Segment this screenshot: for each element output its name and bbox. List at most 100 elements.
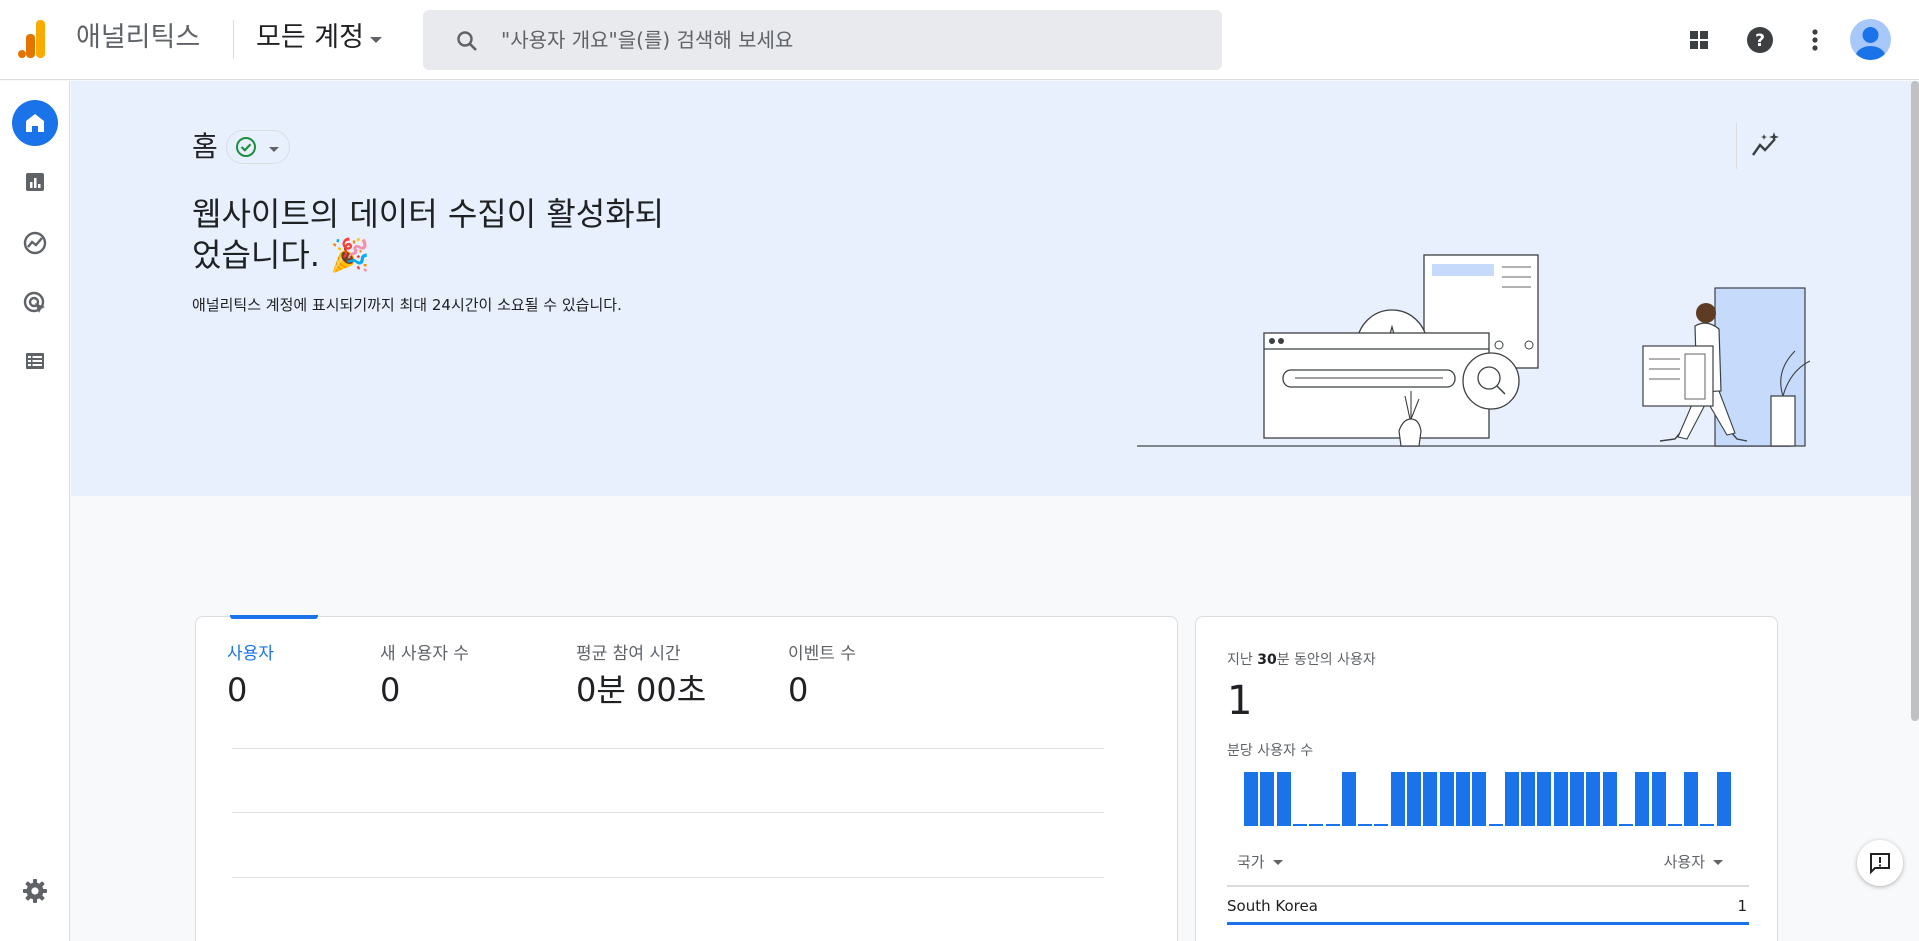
per-minute-bar — [1635, 772, 1650, 826]
per-minute-bar — [1390, 772, 1405, 826]
gear-icon — [23, 879, 47, 903]
per-minute-bar — [1260, 772, 1275, 826]
realtime-card: 지난 30분 동안의 사용자 1 분당 사용자 수 국가 사용자 South K… — [1195, 616, 1778, 941]
search-input[interactable]: "사용자 개요"을(를) 검색해 보세요 — [501, 27, 793, 53]
chart-gridline — [232, 812, 1104, 813]
per-minute-bar — [1504, 772, 1519, 826]
advertising-icon — [23, 291, 45, 313]
more-vert-icon[interactable] — [1797, 22, 1833, 58]
metric-label: 이벤트 수 — [788, 644, 856, 664]
metric-value: 0 — [788, 671, 809, 709]
users-column-label: 사용자 — [1663, 853, 1705, 871]
chart-gridline — [232, 748, 1104, 749]
per-minute-bar — [1358, 824, 1373, 826]
page-header: 홈 — [192, 130, 290, 164]
realtime-label: 지난 30분 동안의 사용자 — [1227, 649, 1376, 669]
chevron-down-icon — [369, 37, 382, 43]
metric-label: 평균 참여 시간 — [576, 644, 681, 664]
data-status-chip[interactable] — [225, 130, 290, 164]
metric-avg-engagement[interactable]: 평균 참여 시간 0분 00초 — [576, 643, 706, 711]
per-minute-bar — [1618, 824, 1633, 826]
per-minute-bar — [1570, 772, 1584, 826]
page-scrollbar[interactable] — [1911, 81, 1919, 721]
realtime-label-suffix: 분 동안의 사용자 — [1276, 652, 1376, 668]
per-minute-bar — [1667, 824, 1682, 826]
country-cell: South Korea — [1227, 897, 1318, 915]
nav-configure[interactable] — [12, 338, 58, 384]
metric-label: 새 사용자 수 — [380, 644, 470, 664]
selected-tab-indicator — [230, 615, 318, 619]
metric-value: 0 — [227, 671, 248, 709]
per-minute-bar — [1374, 824, 1389, 826]
hero-headline-line2: 었습니다. — [192, 236, 320, 274]
account-selector[interactable]: 모든 계정 — [256, 20, 382, 56]
per-minute-label: 분당 사용자 수 — [1227, 743, 1314, 759]
metric-value: 0분 00초 — [576, 671, 707, 709]
realtime-table-header: 국가 사용자 — [1227, 849, 1749, 879]
hero-headline: 웹사이트의 데이터 수집이 활성화되 었습니다. 🎉 — [192, 194, 712, 276]
per-minute-bar — [1407, 772, 1421, 826]
help-icon[interactable]: ? — [1742, 22, 1778, 58]
per-minute-bar — [1244, 772, 1258, 826]
left-nav-rail — [0, 81, 70, 941]
nav-home[interactable] — [12, 100, 58, 146]
row-proportion-bar — [1227, 922, 1749, 925]
realtime-value: 1 — [1227, 678, 1253, 724]
top-bar: 애널리틱스 모든 계정 "사용자 개요"을(를) 검색해 보세요 ? — [0, 0, 1919, 80]
analytics-logo-icon[interactable] — [18, 20, 54, 58]
feedback-button[interactable] — [1857, 840, 1903, 886]
divider — [1736, 123, 1737, 169]
overview-card: 사용자 0 새 사용자 수 0 평균 참여 시간 0분 00초 이벤트 수 0 — [195, 615, 1178, 941]
svg-text:?: ? — [1755, 31, 1765, 51]
per-minute-bar — [1716, 772, 1731, 826]
per-minute-bar — [1586, 772, 1601, 826]
realtime-label-minutes: 30 — [1257, 652, 1277, 668]
insights-button[interactable] — [1743, 123, 1787, 167]
metric-event-count[interactable]: 이벤트 수 0 — [788, 643, 856, 711]
search-bar[interactable]: "사용자 개요"을(를) 검색해 보세요 — [423, 10, 1222, 70]
chevron-down-icon — [1713, 860, 1723, 865]
metric-label: 사용자 — [227, 644, 274, 664]
page-title: 홈 — [192, 130, 218, 163]
users-column-dropdown[interactable]: 사용자 — [1664, 851, 1723, 872]
nav-explore[interactable] — [12, 220, 58, 266]
per-minute-bar — [1602, 772, 1617, 826]
insights-icon — [1752, 132, 1779, 156]
per-minute-bar — [1455, 772, 1470, 826]
chart-gridline — [232, 877, 1104, 878]
apps-grid-icon[interactable] — [1681, 22, 1717, 58]
per-minute-bar — [1423, 772, 1438, 826]
party-popper-icon: 🎉 — [330, 236, 370, 274]
per-minute-bar — [1651, 772, 1666, 826]
realtime-label-prefix: 지난 — [1227, 652, 1258, 668]
per-minute-bar — [1439, 772, 1454, 826]
metric-value: 0 — [380, 671, 401, 709]
search-icon — [457, 31, 477, 51]
per-minute-bar — [1341, 772, 1356, 826]
users-cell: 1 — [1737, 897, 1747, 915]
hero-headline-line1: 웹사이트의 데이터 수집이 활성화되 — [192, 195, 665, 233]
explore-icon — [23, 231, 47, 255]
per-minute-bar — [1684, 772, 1699, 826]
nav-reports[interactable] — [12, 159, 58, 205]
chevron-down-icon — [268, 146, 279, 152]
feedback-icon — [1870, 853, 1890, 875]
nav-advertising[interactable] — [12, 280, 58, 326]
check-circle-icon — [235, 137, 256, 157]
metric-new-users[interactable]: 새 사용자 수 0 — [380, 643, 469, 711]
per-minute-bar — [1292, 824, 1307, 826]
nav-admin-settings[interactable] — [12, 868, 58, 914]
home-icon — [26, 114, 44, 132]
per-minute-bar — [1700, 824, 1715, 826]
divider — [1227, 885, 1749, 887]
divider — [233, 20, 234, 58]
per-minute-bar — [1537, 772, 1552, 826]
reports-icon — [26, 173, 44, 191]
country-column-dropdown[interactable]: 국가 — [1237, 851, 1283, 872]
table-row: South Korea 1 — [1227, 893, 1749, 925]
account-avatar-icon[interactable] — [1850, 19, 1891, 60]
app-title[interactable]: 애널리틱스 — [76, 21, 200, 55]
per-minute-bar — [1276, 772, 1291, 826]
per-minute-bar — [1309, 824, 1324, 826]
metric-users[interactable]: 사용자 0 — [227, 643, 274, 711]
